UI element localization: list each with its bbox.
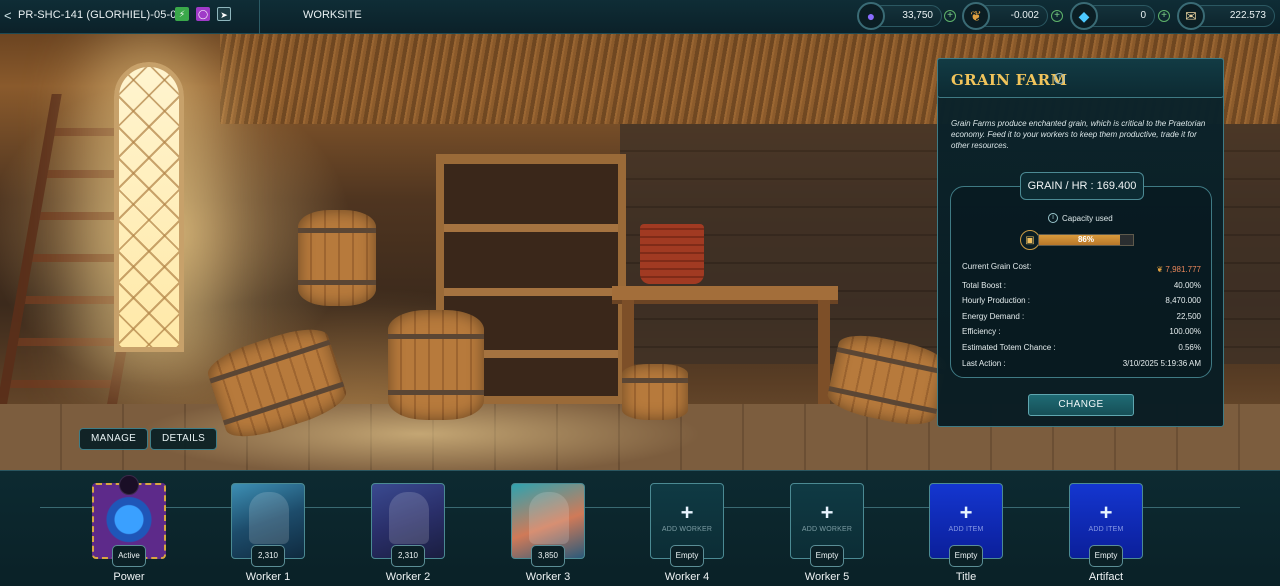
small-barrel: [622, 364, 688, 420]
slot-badge: Empty: [670, 545, 704, 567]
add-item-label: ADD ITEM: [1088, 526, 1124, 533]
power-indicator: [119, 475, 139, 495]
slot-badge: 2,310: [391, 545, 425, 567]
grain-barrel: [388, 310, 484, 420]
add-worker-label: ADD WORKER: [661, 526, 713, 533]
stat-row: Hourly Production : 8,470.000: [962, 296, 1201, 305]
brick-basket: [640, 224, 704, 284]
arched-window: [114, 62, 184, 352]
energy-badge-icon[interactable]: ⚡: [175, 7, 189, 21]
info-icon[interactable]: i: [1054, 73, 1065, 84]
plus-icon: +: [820, 500, 834, 525]
slot-badge: Empty: [1089, 545, 1123, 567]
top-bar: < PR-SHC-141 (GLORHIEL)-05-077 ⚡ ◯ ➤ WOR…: [0, 0, 1280, 34]
slot-badge: Empty: [810, 545, 844, 567]
stat-row: Energy Demand : 22,500: [962, 312, 1201, 321]
slot-label: Worker 3: [525, 571, 571, 583]
slot-label: Title: [955, 571, 977, 583]
resource-essence: 33,750 ● +: [857, 2, 961, 30]
back-arrow-icon[interactable]: <: [4, 8, 12, 23]
building-code: PR-SHC-141 (GLORHIEL)-05-077: [18, 9, 189, 21]
plus-icon: +: [680, 500, 694, 525]
scroll-icon: ✉: [1177, 2, 1205, 30]
slot-label: Worker 1: [245, 571, 291, 583]
grain-cost-row: Current Grain Cost: ❦ 7,981.777: [962, 262, 1201, 274]
building-info-panel: GRAIN FARM i Grain Farms produce enchant…: [937, 58, 1224, 427]
add-item-label: ADD ITEM: [948, 526, 984, 533]
slot-power[interactable]: Active Power: [92, 475, 166, 583]
grain-cost-label: Current Grain Cost:: [962, 262, 1032, 271]
plus-icon: +: [959, 500, 973, 525]
add-grain-button[interactable]: +: [1051, 10, 1063, 22]
details-button[interactable]: DETAILS: [150, 428, 218, 450]
slot-badge: 2,310: [251, 545, 285, 567]
grain-rate: GRAIN / HR : 169.400: [1020, 172, 1144, 200]
grain-icon: ❦: [962, 2, 990, 30]
arrow-badge-icon[interactable]: ➤: [217, 7, 231, 21]
stat-row: Efficiency : 100.00%: [962, 327, 1201, 336]
stat-row: Total Boost : 40.00%: [962, 281, 1201, 290]
plus-icon: +: [1099, 500, 1113, 525]
slot-badge: Active: [112, 545, 146, 567]
slot-label: Artifact: [1088, 571, 1124, 583]
stat-row: Last Action : 3/10/2025 5:19:36 AM: [962, 359, 1201, 368]
chest-icon: ▣: [1020, 230, 1040, 250]
change-button[interactable]: CHANGE: [1028, 394, 1134, 416]
ring-badge-icon[interactable]: ◯: [196, 7, 210, 21]
capacity-info-icon[interactable]: i: [1048, 213, 1058, 223]
grain-cost-icon: ❦: [1156, 265, 1164, 274]
purple-orb-icon: ●: [857, 2, 885, 30]
crystal-icon: ◆: [1070, 2, 1098, 30]
work-table: [612, 286, 838, 300]
divider: [259, 0, 260, 34]
add-crystal-button[interactable]: +: [1158, 10, 1170, 22]
slot-badge: Empty: [949, 545, 983, 567]
slot-label: Worker 4: [664, 571, 710, 583]
slot-artifact[interactable]: + ADD ITEM Empty Artifact: [1069, 483, 1143, 583]
stat-row: Estimated Totem Chance : 0.56%: [962, 343, 1201, 352]
section-title: WORKSITE: [303, 9, 362, 21]
slot-badge: 3,850: [531, 545, 565, 567]
slot-label: Worker 5: [804, 571, 850, 583]
slot-worker-3[interactable]: 3,850 Worker 3: [511, 483, 585, 583]
resource-grain: -0.002 ❦ +: [962, 2, 1066, 30]
add-essence-button[interactable]: +: [944, 10, 956, 22]
building-description: Grain Farms produce enchanted grain, whi…: [951, 119, 1206, 150]
panel-header: GRAIN FARM i: [937, 58, 1224, 98]
add-worker-label: ADD WORKER: [801, 526, 853, 533]
slot-label: Power: [113, 571, 145, 583]
back-barrel: [298, 210, 376, 306]
grain-cost-value: 7,981.777: [1165, 265, 1201, 274]
resource-crystal: 0 ◆ +: [1070, 2, 1174, 30]
slot-connector-line: [40, 507, 1240, 508]
slot-title[interactable]: + ADD ITEM Empty Title: [929, 483, 1003, 583]
capacity-percent: 86%: [1077, 235, 1094, 244]
resource-scroll: 222.573 ✉: [1177, 2, 1277, 30]
panel-title: GRAIN FARM: [951, 71, 1068, 89]
slot-worker-5[interactable]: + ADD WORKER Empty Worker 5: [790, 483, 864, 583]
manage-button[interactable]: MANAGE: [79, 428, 149, 450]
slot-worker-1[interactable]: 2,310 Worker 1: [231, 483, 305, 583]
slot-worker-2[interactable]: 2,310 Worker 2: [371, 483, 445, 583]
slot-worker-4[interactable]: + ADD WORKER Empty Worker 4: [650, 483, 724, 583]
capacity-bar: 86%: [1038, 234, 1134, 246]
capacity-label: Capacity used: [1062, 214, 1113, 223]
slot-label: Worker 2: [385, 571, 431, 583]
